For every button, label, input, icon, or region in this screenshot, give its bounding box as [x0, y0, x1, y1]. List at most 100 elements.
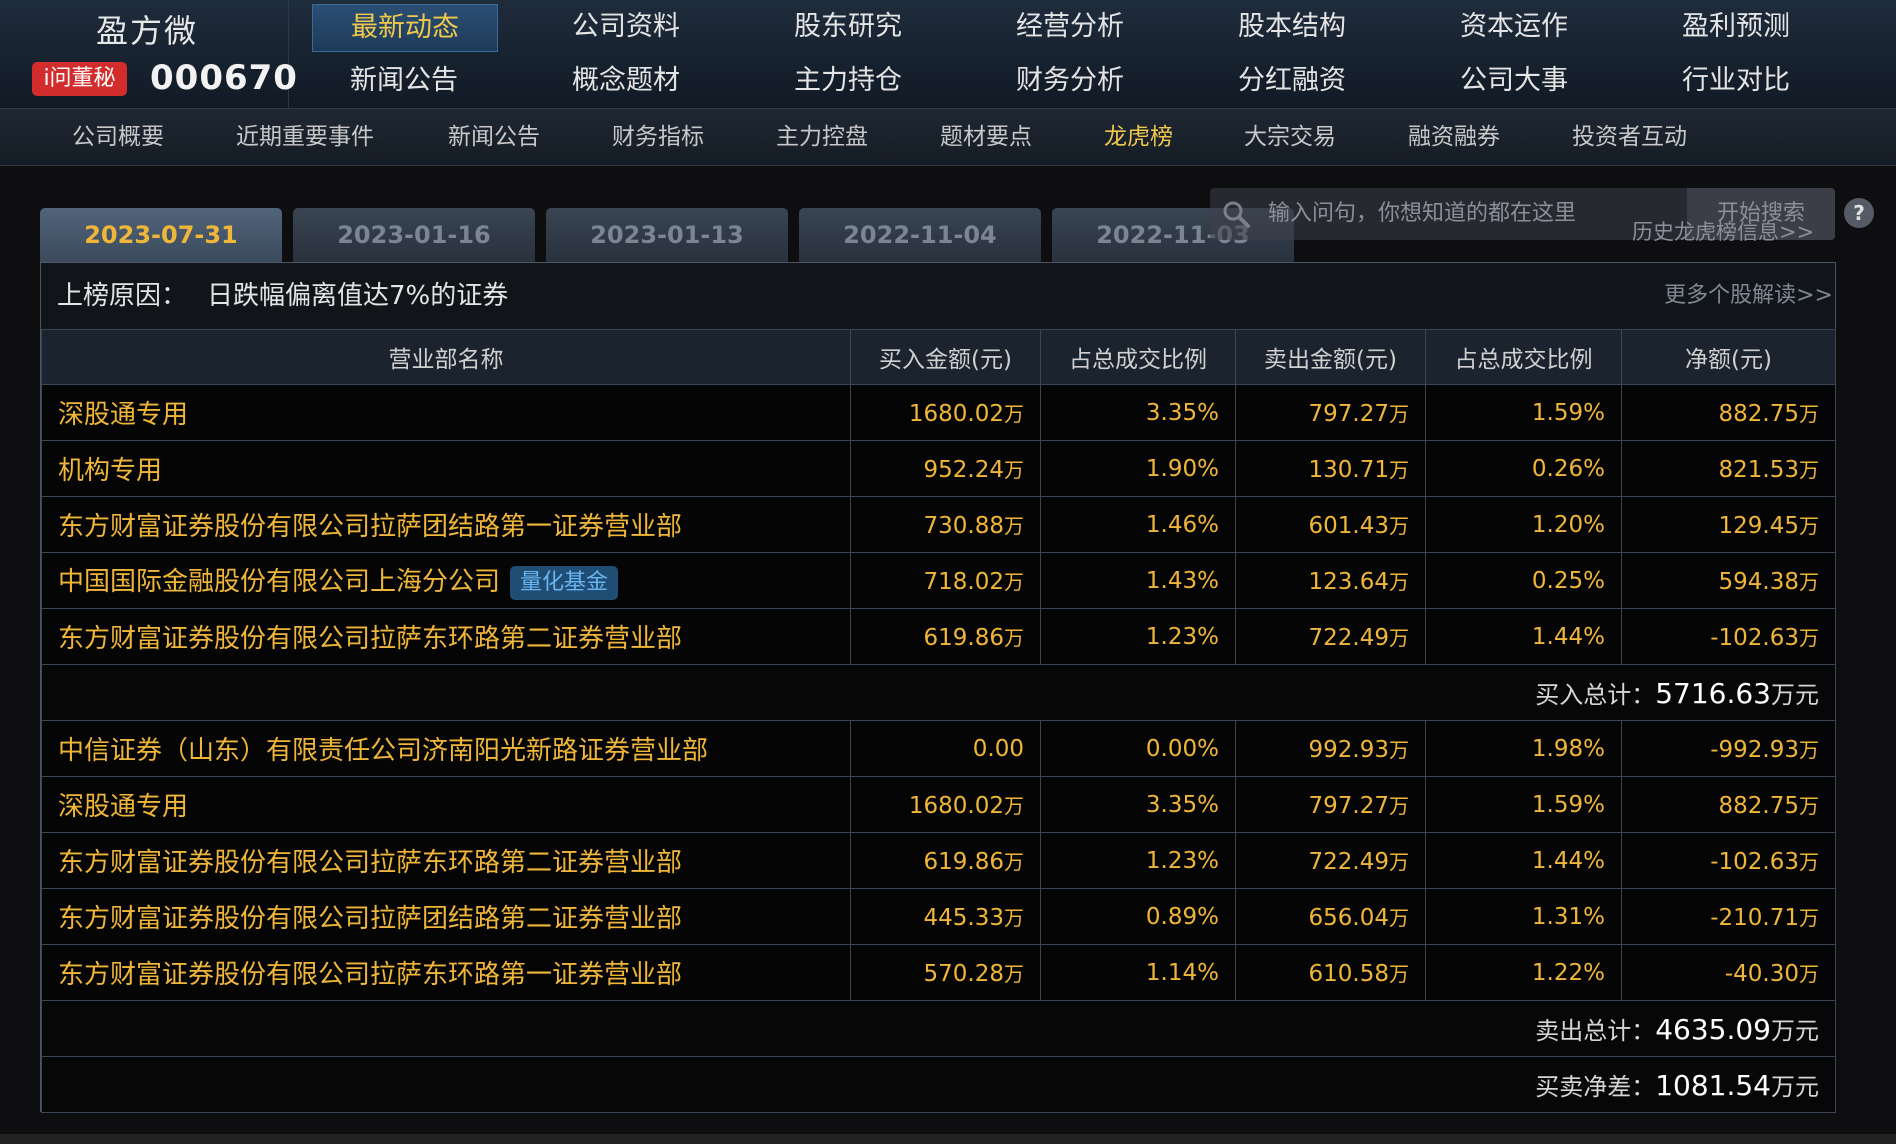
table-row: 东方财富证券股份有限公司拉萨东环路第二证券营业部 619.86万 1.23% 722.…: [41, 608, 1836, 665]
topnav-item[interactable]: 公司大事: [1422, 58, 1606, 104]
column-header: 占总成交比例: [1425, 329, 1622, 385]
branch-name[interactable]: 中信证券（山东）有限责任公司济南阳光新路证券营业部: [41, 720, 851, 777]
unit-label: 万: [1004, 458, 1024, 482]
unit-label: 万: [1004, 626, 1024, 650]
sell-amount: 992.93万: [1235, 720, 1426, 777]
subnav-item[interactable]: 大宗交易: [1244, 109, 1336, 165]
net-total-unit: 万元: [1771, 1073, 1819, 1101]
unit-label: 万: [1799, 514, 1819, 538]
buy-percent: 1.43%: [1040, 552, 1236, 609]
more-analysis-link[interactable]: 更多个股解读>>: [1664, 263, 1833, 329]
subnav-item[interactable]: 题材要点: [940, 109, 1032, 165]
date-tab[interactable]: 2022-11-04: [799, 208, 1041, 262]
branch-name[interactable]: 东方财富证券股份有限公司拉萨东环路第二证券营业部: [41, 832, 851, 889]
search-input[interactable]: 输入问句，你想知道的都在这里: [1268, 188, 1576, 240]
subnav-item[interactable]: 主力控盘: [776, 109, 868, 165]
net-amount: -40.30万: [1621, 944, 1836, 1001]
topnav-item[interactable]: 财务分析: [978, 58, 1162, 104]
date-tab[interactable]: 2023-01-13: [546, 208, 788, 262]
topnav-item[interactable]: 股本结构: [1200, 4, 1384, 50]
sell-percent: 1.59%: [1425, 776, 1622, 833]
unit-label: 万: [1004, 962, 1024, 986]
bottom-strip: [0, 1134, 1896, 1144]
buy-total-unit: 万元: [1771, 681, 1819, 709]
table-row: 东方财富证券股份有限公司拉萨东环路第二证券营业部 619.86万 1.23% 722.…: [41, 832, 1836, 889]
table-row: 深股通专用 1680.02万 3.35% 797.27万 1.59% 882.75万: [41, 776, 1836, 833]
subnav-item[interactable]: 近期重要事件: [236, 109, 374, 165]
sell-percent: 1.22%: [1425, 944, 1622, 1001]
help-icon[interactable]: ?: [1844, 198, 1874, 228]
reason-label: 上榜原因：: [57, 281, 188, 311]
branch-name[interactable]: 东方财富证券股份有限公司拉萨东环路第一证券营业部: [41, 944, 851, 1001]
sell-percent: 0.25%: [1425, 552, 1622, 609]
subnav-item[interactable]: 新闻公告: [448, 109, 540, 165]
column-header: 净额(元): [1621, 329, 1836, 385]
buy-percent: 3.35%: [1040, 776, 1236, 833]
buy-percent: 1.46%: [1040, 496, 1236, 553]
date-tab[interactable]: 2023-01-16: [293, 208, 535, 262]
net-amount: -102.63万: [1621, 832, 1836, 889]
net-amount: 882.75万: [1621, 776, 1836, 833]
subnav-item[interactable]: 投资者互动: [1572, 109, 1687, 165]
stock-name: 盈方微: [96, 12, 199, 50]
branch-name[interactable]: 机构专用: [41, 440, 851, 497]
branch-name[interactable]: 中国国际金融股份有限公司上海分公司 量化基金: [41, 552, 851, 609]
sell-amount: 601.43万: [1235, 496, 1426, 553]
buy-amount: 445.33万: [850, 888, 1041, 945]
column-header: 买入金额(元): [850, 329, 1041, 385]
net-total: 买卖净差：1081.54万元: [41, 1056, 1836, 1113]
net-amount: 821.53万: [1621, 440, 1836, 497]
unit-label: 万: [1004, 794, 1024, 818]
unit-label: 万: [1389, 570, 1409, 594]
unit-label: 万: [1799, 962, 1819, 986]
net-total-value: 1081.54: [1655, 1069, 1771, 1102]
topnav-item[interactable]: 盈利预测: [1644, 4, 1828, 50]
unit-label: 万: [1004, 402, 1024, 426]
reason-bar: 上榜原因： 日跌幅偏离值达7%的证券 更多个股解读>>: [41, 263, 1835, 330]
reason-text: 日跌幅偏离值达7%的证券: [207, 281, 509, 311]
topnav-item[interactable]: 资本运作: [1422, 4, 1606, 50]
topnav-item[interactable]: 股东研究: [756, 4, 940, 50]
history-dragon-tiger-link[interactable]: 历史龙虎榜信息>>: [1632, 216, 1814, 246]
sell-amount: 797.27万: [1235, 384, 1426, 441]
buy-amount: 570.28万: [850, 944, 1041, 1001]
sell-amount: 130.71万: [1235, 440, 1426, 497]
subnav-item[interactable]: 财务指标: [612, 109, 704, 165]
topnav-item[interactable]: 分红融资: [1200, 58, 1384, 104]
topnav-item[interactable]: 新闻公告: [312, 58, 496, 104]
topnav-item[interactable]: 经营分析: [978, 4, 1162, 50]
unit-label: 万: [1799, 626, 1819, 650]
subnav-item[interactable]: 融资融券: [1408, 109, 1500, 165]
topnav-item[interactable]: 行业对比: [1644, 58, 1828, 104]
table-row: 中国国际金融股份有限公司上海分公司 量化基金 718.02万 1.43% 123.64万…: [41, 552, 1836, 609]
buy-amount: 0.00: [850, 720, 1041, 777]
unit-label: 万: [1004, 906, 1024, 930]
topnav-item[interactable]: 主力持仓: [756, 58, 940, 104]
ask-secretary-button[interactable]: i问董秘: [32, 62, 127, 96]
dragon-tiger-panel: 上榜原因： 日跌幅偏离值达7%的证券 更多个股解读>> 营业部名称 买入金额(元)…: [40, 262, 1836, 1113]
buy-total: 买入总计：5716.63万元: [41, 664, 1836, 721]
branch-name[interactable]: 东方财富证券股份有限公司拉萨团结路第一证券营业部: [41, 496, 851, 553]
quant-fund-tag: 量化基金: [510, 565, 619, 600]
net-amount: -210.71万: [1621, 888, 1836, 945]
topnav-item[interactable]: 公司资料: [534, 4, 718, 50]
net-total-row: 买卖净差：1081.54万元: [41, 1056, 1836, 1113]
branch-name[interactable]: 深股通专用: [41, 776, 851, 833]
subnav-item[interactable]: 公司概要: [72, 109, 164, 165]
sell-total-value: 4635.09: [1655, 1013, 1771, 1046]
subnav-item[interactable]: 龙虎榜: [1104, 109, 1173, 165]
buy-amount: 619.86万: [850, 608, 1041, 665]
buy-percent: 1.90%: [1040, 440, 1236, 497]
branch-name[interactable]: 深股通专用: [41, 384, 851, 441]
column-header: 卖出金额(元): [1235, 329, 1426, 385]
unit-label: 万: [1389, 402, 1409, 426]
unit-label: 万: [1389, 962, 1409, 986]
branch-name[interactable]: 东方财富证券股份有限公司拉萨团结路第二证券营业部: [41, 888, 851, 945]
branch-name[interactable]: 东方财富证券股份有限公司拉萨东环路第二证券营业部: [41, 608, 851, 665]
unit-label: 万: [1389, 906, 1409, 930]
stock-brand: 盈方微 i问董秘 000670: [0, 0, 297, 108]
date-tab[interactable]: 2023-07-31: [40, 208, 282, 262]
unit-label: 万: [1799, 458, 1819, 482]
topnav-item[interactable]: 概念题材: [534, 58, 718, 104]
topnav-item[interactable]: 最新动态: [312, 4, 498, 52]
